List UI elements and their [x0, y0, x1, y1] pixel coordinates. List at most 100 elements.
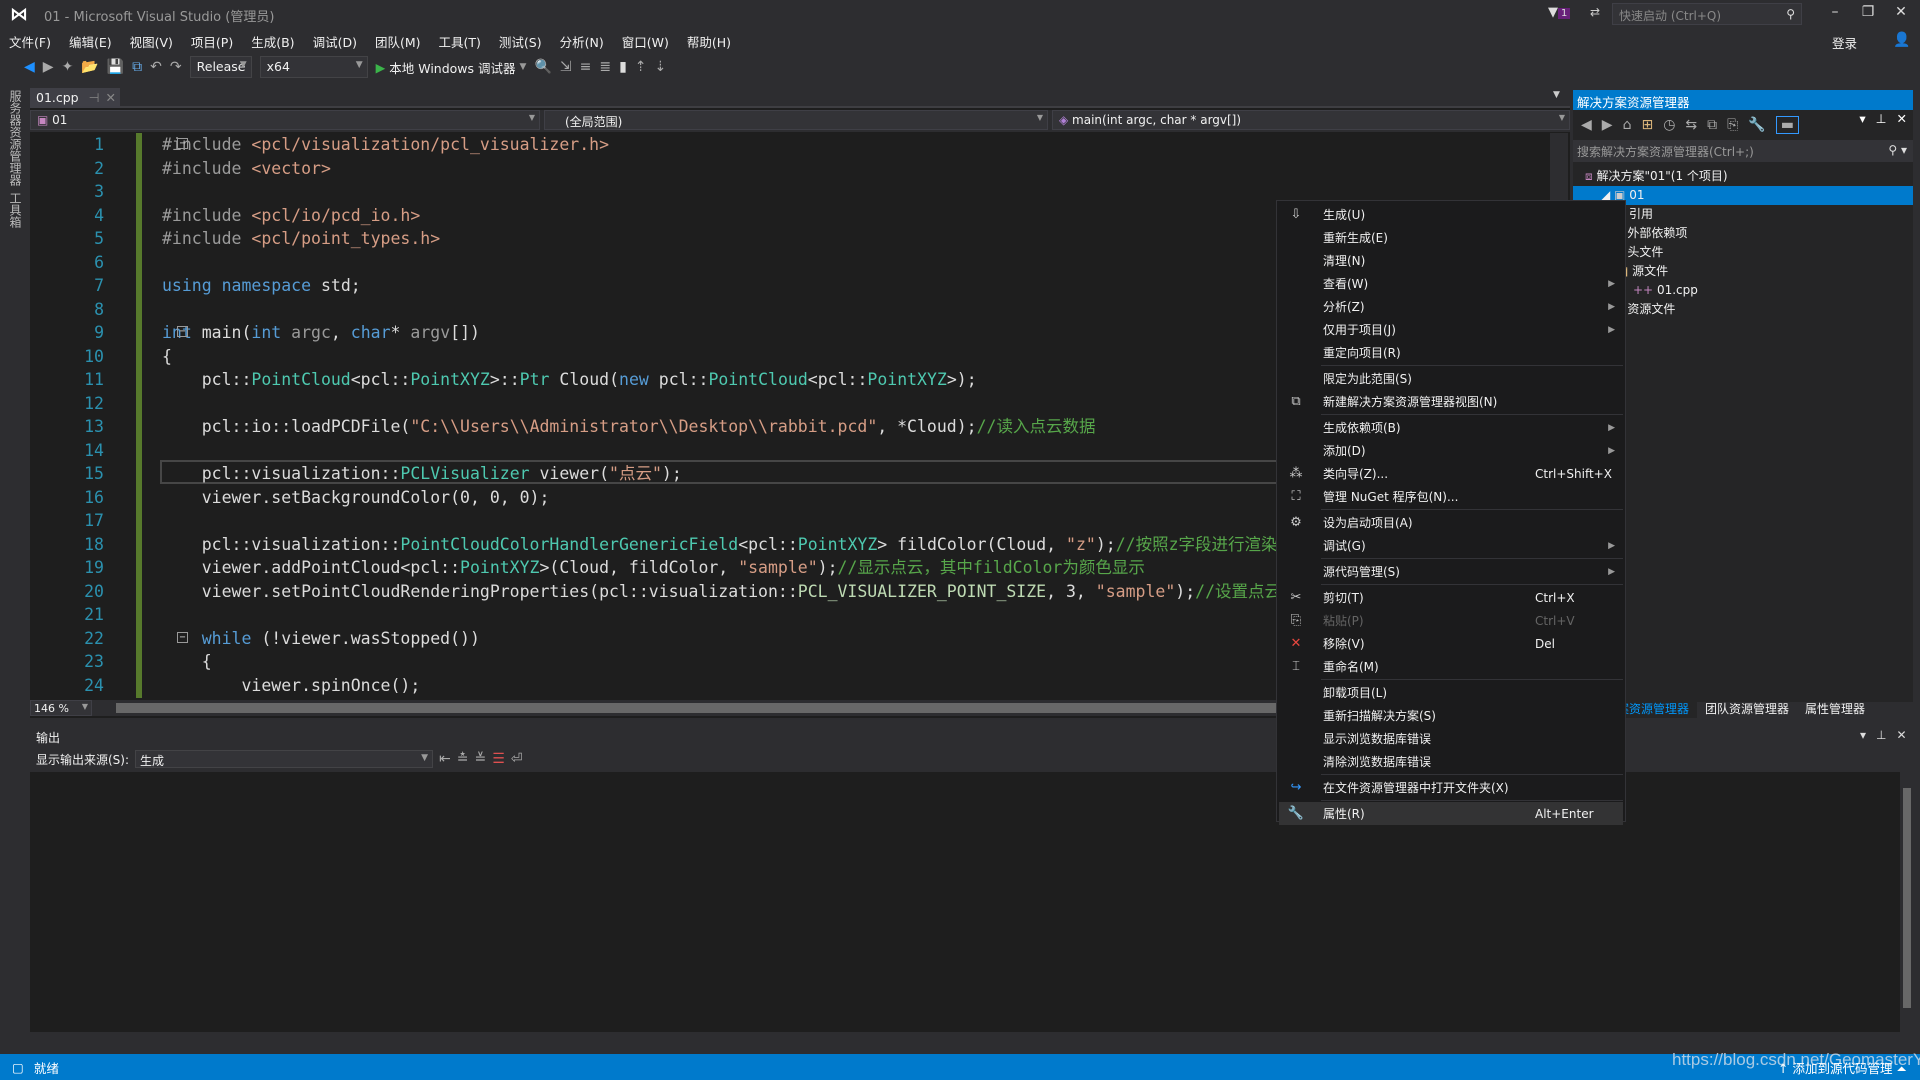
context-menu-item[interactable]: ⧉ 新建解决方案资源管理器视图(N): [1279, 390, 1623, 413]
switch-views-icon[interactable]: ⊞: [1641, 117, 1653, 133]
chevron-down-icon[interactable]: ▾: [1860, 728, 1866, 742]
menu-item[interactable]: 调试(D): [304, 32, 366, 51]
context-menu-item[interactable]: 调试(G) ▶: [1279, 534, 1623, 557]
bookmark-next-icon[interactable]: ⇣: [655, 59, 667, 75]
context-menu-item[interactable]: ⌶ 重命名(M): [1279, 655, 1623, 678]
uncomment-icon[interactable]: ≣: [599, 59, 611, 75]
menu-item[interactable]: 生成(B): [242, 32, 303, 51]
bookmark-icon[interactable]: ▮: [619, 59, 627, 75]
close-window-button[interactable]: ✕: [1886, 4, 1916, 26]
home-icon[interactable]: ⌂: [1623, 117, 1632, 133]
context-menu-item[interactable]: 重定向项目(R): [1279, 341, 1623, 364]
pin-icon[interactable]: ⊥: [1876, 728, 1886, 742]
filter-notification-icon[interactable]: ▼ 1: [1548, 5, 1571, 20]
tree-item[interactable]: ⧈ 解决方案"01"(1 个项目): [1573, 167, 1913, 186]
context-menu-item[interactable]: ⛶ 管理 NuGet 程序包(N)...: [1279, 485, 1623, 508]
start-debugger-button[interactable]: ▶ 本地 Windows 调试器 ▼: [376, 58, 527, 77]
close-panel-icon[interactable]: ✕: [1896, 728, 1906, 742]
server-explorer-tab[interactable]: 服务器资源管理器: [7, 90, 24, 186]
function-nav-select[interactable]: ◈ main(int argc, char * argv[]) ▼: [1052, 110, 1570, 130]
toolbox-tab[interactable]: 工具箱: [7, 192, 24, 228]
solution-explorer-search[interactable]: 搜索解决方案资源管理器(Ctrl+;) ⚲ ▾: [1573, 140, 1913, 162]
bookmark-prev-icon[interactable]: ⇡: [635, 59, 647, 75]
save-icon[interactable]: 💾: [107, 59, 124, 75]
context-menu-item[interactable]: ⁂ 类向导(Z)... Ctrl+Shift+X: [1279, 462, 1623, 485]
context-menu-item[interactable]: 源代码管理(S) ▶: [1279, 560, 1623, 583]
login-link[interactable]: 登录: [1832, 33, 1857, 52]
solution-panel-tab[interactable]: 属性管理器: [1797, 698, 1873, 718]
context-menu-item[interactable]: 重新扫描解决方案(S): [1279, 704, 1623, 727]
context-menu-item[interactable]: 生成依赖项(B) ▶: [1279, 416, 1623, 439]
comment-icon[interactable]: ≡: [580, 59, 592, 75]
context-menu-item[interactable]: 清理(N): [1279, 249, 1623, 272]
back-icon[interactable]: ◀: [24, 59, 35, 75]
close-tab-icon[interactable]: ✕: [106, 90, 116, 105]
word-wrap-icon[interactable]: ⏎: [511, 751, 523, 767]
fold-toggle-icon[interactable]: −: [177, 138, 188, 149]
menu-item[interactable]: 分析(N): [551, 32, 613, 51]
context-menu-item[interactable]: ↪ 在文件资源管理器中打开文件夹(X): [1279, 776, 1623, 799]
menu-item[interactable]: 项目(P): [182, 32, 242, 51]
previous-message-icon[interactable]: ≛: [457, 751, 469, 767]
find-in-files-icon[interactable]: 🔍: [534, 59, 551, 75]
menu-item[interactable]: 视图(V): [121, 32, 182, 51]
menu-item[interactable]: 帮助(H): [678, 32, 740, 51]
context-menu-item[interactable]: 重新生成(E): [1279, 226, 1623, 249]
account-icon[interactable]: 👤: [1893, 32, 1910, 48]
fold-toggle-icon[interactable]: −: [177, 631, 188, 643]
context-menu-item[interactable]: 分析(Z) ▶: [1279, 295, 1623, 318]
scope-nav-select[interactable]: (全局范围) ▼: [544, 110, 1048, 130]
redo-icon[interactable]: ↷: [170, 59, 182, 75]
output-vertical-scrollbar[interactable]: [1900, 772, 1914, 1032]
forward-icon[interactable]: ▶: [1602, 117, 1613, 133]
feedback-icon[interactable]: ⇄: [1590, 5, 1600, 19]
go-to-line-icon[interactable]: ⇤: [439, 751, 451, 767]
quick-launch-input[interactable]: 快速启动 (Ctrl+Q) ⚲: [1612, 3, 1802, 25]
show-all-files-icon[interactable]: ⎘: [1727, 117, 1738, 133]
platform-select[interactable]: x64 ▼: [259, 56, 368, 78]
step-icon[interactable]: ⇲: [560, 59, 572, 75]
context-menu-item[interactable]: 清除浏览数据库错误: [1279, 750, 1623, 773]
preview-icon[interactable]: ▬: [1775, 116, 1800, 134]
context-menu-item[interactable]: 仅用于项目(J) ▶: [1279, 318, 1623, 341]
editor-horizontal-scrollbar[interactable]: [116, 703, 1296, 713]
properties-wrench-icon[interactable]: 🔧: [1748, 117, 1765, 133]
menu-item[interactable]: 团队(M): [366, 32, 430, 51]
context-menu-item[interactable]: ✕ 移除(V) Del: [1279, 632, 1623, 655]
zoom-level-select[interactable]: 146 % ▼: [30, 700, 92, 716]
tab-01-cpp[interactable]: 01.cpp ⊣ ✕: [30, 88, 120, 108]
sync-icon[interactable]: ⇆: [1685, 117, 1697, 133]
context-menu-item[interactable]: ✂ 剪切(T) Ctrl+X: [1279, 586, 1623, 609]
back-icon[interactable]: ◀: [1581, 117, 1592, 133]
minimize-button[interactable]: –: [1820, 4, 1850, 26]
next-message-icon[interactable]: ≚: [475, 751, 487, 767]
pin-icon[interactable]: ⊣: [89, 90, 100, 105]
context-menu-item[interactable]: 🔧 属性(R) Alt+Enter: [1279, 802, 1623, 825]
save-all-icon[interactable]: ⧉: [132, 59, 142, 75]
context-menu-item[interactable]: 显示浏览数据库错误: [1279, 727, 1623, 750]
project-nav-select[interactable]: ▣ 01 ▼: [30, 110, 540, 130]
menu-item[interactable]: 测试(S): [490, 32, 551, 51]
output-source-select[interactable]: 生成 ▼: [135, 750, 434, 768]
fold-toggle-icon[interactable]: −: [177, 326, 188, 337]
new-project-icon[interactable]: ✦: [62, 59, 74, 75]
context-menu-item[interactable]: 查看(W) ▶: [1279, 272, 1623, 295]
solution-panel-tab[interactable]: 团队资源管理器: [1697, 698, 1797, 718]
context-menu-item[interactable]: 卸载项目(L): [1279, 681, 1623, 704]
context-menu-item[interactable]: ⎘ 粘贴(P) Ctrl+V: [1279, 609, 1623, 632]
configuration-select[interactable]: Release ▼: [189, 56, 252, 78]
scrollbar-thumb[interactable]: [1903, 788, 1911, 1008]
pending-changes-icon[interactable]: ◷: [1663, 117, 1675, 133]
context-menu-item[interactable]: ⚙ 设为启动项目(A): [1279, 511, 1623, 534]
menu-item[interactable]: 窗口(W): [613, 32, 678, 51]
undo-icon[interactable]: ↶: [150, 59, 162, 75]
menu-item[interactable]: 文件(F): [0, 32, 60, 51]
collapse-all-icon[interactable]: ⧉: [1707, 117, 1717, 133]
context-menu-item[interactable]: ⇩ 生成(U): [1279, 203, 1623, 226]
clear-all-icon[interactable]: ☰: [492, 751, 505, 767]
context-menu-item[interactable]: 限定为此范围(S): [1279, 367, 1623, 390]
menu-item[interactable]: 编辑(E): [60, 32, 121, 51]
add-to-source-control-button[interactable]: ↑ 添加到源代码管理 ⏶: [1778, 1058, 1906, 1077]
restore-button[interactable]: ❐: [1853, 4, 1883, 26]
menu-item[interactable]: 工具(T): [430, 32, 490, 51]
